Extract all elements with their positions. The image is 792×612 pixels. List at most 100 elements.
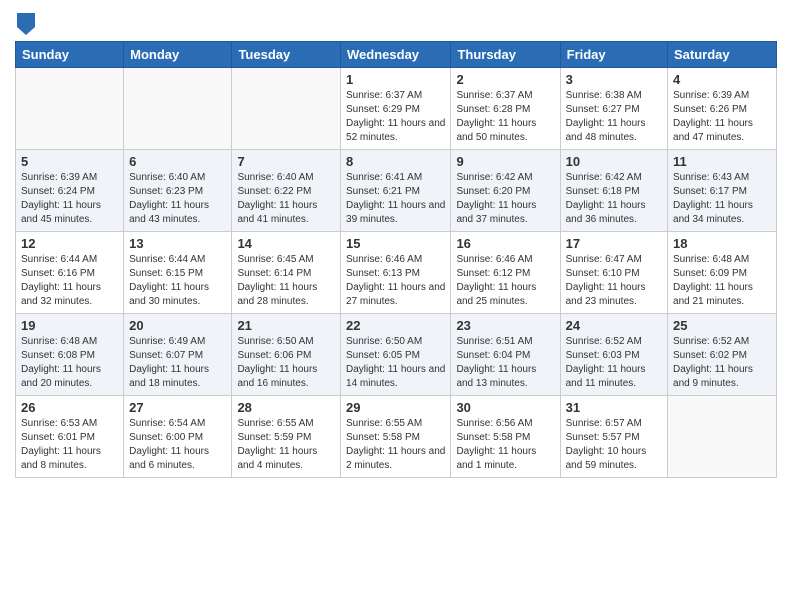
day-info: Sunrise: 6:46 AM Sunset: 6:13 PM Dayligh… xyxy=(346,253,445,309)
calendar-cell: 22 Sunrise: 6:50 AM Sunset: 6:05 PM Dayli… xyxy=(341,314,451,396)
day-number: 27 xyxy=(129,400,226,415)
day-info: Sunrise: 6:55 AM Sunset: 5:58 PM Dayligh… xyxy=(346,417,445,473)
calendar-cell: 6 Sunrise: 6:40 AM Sunset: 6:23 PM Daylig… xyxy=(124,150,232,232)
main-container: SundayMondayTuesdayWednesdayThursdayFrid… xyxy=(0,0,792,488)
day-number: 19 xyxy=(21,318,118,333)
day-number: 11 xyxy=(673,154,771,169)
calendar-cell: 12Sunrise: 6:44 AM Sunset: 6:16 PM Dayli… xyxy=(16,232,124,314)
day-info: Sunrise: 6:37 AM Sunset: 6:29 PM Dayligh… xyxy=(346,89,445,145)
calendar-header-sunday: Sunday xyxy=(16,42,124,68)
calendar-week-row: 5Sunrise: 6:39 AM Sunset: 6:24 PM Daylig… xyxy=(16,150,777,232)
calendar-week-row: 26Sunrise: 6:53 AM Sunset: 6:01 PM Dayli… xyxy=(16,396,777,478)
day-number: 15 xyxy=(346,236,445,251)
day-number: 31 xyxy=(566,400,662,415)
calendar-cell: 20Sunrise: 6:49 AM Sunset: 6:07 PM Dayli… xyxy=(124,314,232,396)
calendar-cell xyxy=(668,396,777,478)
day-number: 25 xyxy=(673,318,771,333)
day-number: 13 xyxy=(129,236,226,251)
calendar-cell: 11 Sunrise: 6:43 AM Sunset: 6:17 PM Dayli… xyxy=(668,150,777,232)
calendar-cell: 29 Sunrise: 6:55 AM Sunset: 5:58 PM Dayli… xyxy=(341,396,451,478)
calendar-cell: 17Sunrise: 6:47 AM Sunset: 6:10 PM Dayli… xyxy=(560,232,667,314)
day-info: Sunrise: 6:42 AM Sunset: 6:20 PM Dayligh… xyxy=(456,171,554,227)
day-number: 18 xyxy=(673,236,771,251)
calendar-cell: 2 Sunrise: 6:37 AM Sunset: 6:28 PM Daylig… xyxy=(451,68,560,150)
calendar-cell: 14 Sunrise: 6:45 AM Sunset: 6:14 PM Dayli… xyxy=(232,232,341,314)
day-info: Sunrise: 6:44 AM Sunset: 6:16 PM Dayligh… xyxy=(21,253,118,309)
day-info: Sunrise: 6:54 AM Sunset: 6:00 PM Dayligh… xyxy=(129,417,226,473)
calendar-cell: 27 Sunrise: 6:54 AM Sunset: 6:00 PM Dayli… xyxy=(124,396,232,478)
calendar-cell: 28 Sunrise: 6:55 AM Sunset: 5:59 PM Dayli… xyxy=(232,396,341,478)
logo xyxy=(15,15,35,33)
calendar-cell: 18Sunrise: 6:48 AM Sunset: 6:09 PM Dayli… xyxy=(668,232,777,314)
day-number: 17 xyxy=(566,236,662,251)
calendar-cell: 5Sunrise: 6:39 AM Sunset: 6:24 PM Daylig… xyxy=(16,150,124,232)
day-number: 14 xyxy=(237,236,335,251)
day-info: Sunrise: 6:57 AM Sunset: 5:57 PM Dayligh… xyxy=(566,417,662,473)
day-number: 9 xyxy=(456,154,554,169)
calendar-cell: 30 Sunrise: 6:56 AM Sunset: 5:58 PM Dayli… xyxy=(451,396,560,478)
day-number: 29 xyxy=(346,400,445,415)
header xyxy=(15,10,777,33)
calendar-header-monday: Monday xyxy=(124,42,232,68)
day-info: Sunrise: 6:46 AM Sunset: 6:12 PM Dayligh… xyxy=(456,253,554,309)
day-info: Sunrise: 6:50 AM Sunset: 6:06 PM Dayligh… xyxy=(237,335,335,391)
calendar-header-friday: Friday xyxy=(560,42,667,68)
calendar-header-wednesday: Wednesday xyxy=(341,42,451,68)
calendar-cell: 4 Sunrise: 6:39 AM Sunset: 6:26 PM Daylig… xyxy=(668,68,777,150)
day-number: 28 xyxy=(237,400,335,415)
day-number: 6 xyxy=(129,154,226,169)
calendar-week-row: 19 Sunrise: 6:48 AM Sunset: 6:08 PM Dayli… xyxy=(16,314,777,396)
calendar-cell: 7Sunrise: 6:40 AM Sunset: 6:22 PM Daylig… xyxy=(232,150,341,232)
calendar-cell xyxy=(16,68,124,150)
calendar-week-row: 1 Sunrise: 6:37 AM Sunset: 6:29 PM Daylig… xyxy=(16,68,777,150)
calendar-cell: 10 Sunrise: 6:42 AM Sunset: 6:18 PM Dayli… xyxy=(560,150,667,232)
day-info: Sunrise: 6:42 AM Sunset: 6:18 PM Dayligh… xyxy=(566,171,662,227)
day-info: Sunrise: 6:50 AM Sunset: 6:05 PM Dayligh… xyxy=(346,335,445,391)
day-info: Sunrise: 6:49 AM Sunset: 6:07 PM Dayligh… xyxy=(129,335,226,391)
day-info: Sunrise: 6:52 AM Sunset: 6:02 PM Dayligh… xyxy=(673,335,771,391)
logo-icon xyxy=(17,13,35,35)
calendar-header-row: SundayMondayTuesdayWednesdayThursdayFrid… xyxy=(16,42,777,68)
day-number: 21 xyxy=(237,318,335,333)
day-info: Sunrise: 6:40 AM Sunset: 6:22 PM Dayligh… xyxy=(237,171,335,227)
day-number: 4 xyxy=(673,72,771,87)
day-number: 30 xyxy=(456,400,554,415)
calendar-cell: 19 Sunrise: 6:48 AM Sunset: 6:08 PM Dayli… xyxy=(16,314,124,396)
calendar-cell: 1 Sunrise: 6:37 AM Sunset: 6:29 PM Daylig… xyxy=(341,68,451,150)
day-number: 5 xyxy=(21,154,118,169)
calendar-cell xyxy=(232,68,341,150)
calendar-cell: 16 Sunrise: 6:46 AM Sunset: 6:12 PM Dayli… xyxy=(451,232,560,314)
calendar-cell: 15 Sunrise: 6:46 AM Sunset: 6:13 PM Dayli… xyxy=(341,232,451,314)
day-info: Sunrise: 6:38 AM Sunset: 6:27 PM Dayligh… xyxy=(566,89,662,145)
calendar-week-row: 12Sunrise: 6:44 AM Sunset: 6:16 PM Dayli… xyxy=(16,232,777,314)
day-info: Sunrise: 6:56 AM Sunset: 5:58 PM Dayligh… xyxy=(456,417,554,473)
day-info: Sunrise: 6:55 AM Sunset: 5:59 PM Dayligh… xyxy=(237,417,335,473)
calendar-cell: 21 Sunrise: 6:50 AM Sunset: 6:06 PM Dayli… xyxy=(232,314,341,396)
calendar-header-thursday: Thursday xyxy=(451,42,560,68)
day-number: 1 xyxy=(346,72,445,87)
calendar-cell: 23Sunrise: 6:51 AM Sunset: 6:04 PM Dayli… xyxy=(451,314,560,396)
calendar-cell: 24 Sunrise: 6:52 AM Sunset: 6:03 PM Dayli… xyxy=(560,314,667,396)
day-info: Sunrise: 6:37 AM Sunset: 6:28 PM Dayligh… xyxy=(456,89,554,145)
day-number: 24 xyxy=(566,318,662,333)
day-number: 16 xyxy=(456,236,554,251)
day-info: Sunrise: 6:40 AM Sunset: 6:23 PM Dayligh… xyxy=(129,171,226,227)
calendar-cell: 9 Sunrise: 6:42 AM Sunset: 6:20 PM Daylig… xyxy=(451,150,560,232)
calendar-cell: 31 Sunrise: 6:57 AM Sunset: 5:57 PM Dayli… xyxy=(560,396,667,478)
day-info: Sunrise: 6:52 AM Sunset: 6:03 PM Dayligh… xyxy=(566,335,662,391)
day-info: Sunrise: 6:45 AM Sunset: 6:14 PM Dayligh… xyxy=(237,253,335,309)
day-number: 3 xyxy=(566,72,662,87)
day-number: 22 xyxy=(346,318,445,333)
day-info: Sunrise: 6:43 AM Sunset: 6:17 PM Dayligh… xyxy=(673,171,771,227)
day-info: Sunrise: 6:48 AM Sunset: 6:08 PM Dayligh… xyxy=(21,335,118,391)
day-info: Sunrise: 6:39 AM Sunset: 6:26 PM Dayligh… xyxy=(673,89,771,145)
calendar-cell: 3 Sunrise: 6:38 AM Sunset: 6:27 PM Daylig… xyxy=(560,68,667,150)
day-number: 8 xyxy=(346,154,445,169)
calendar-cell: 25 Sunrise: 6:52 AM Sunset: 6:02 PM Dayli… xyxy=(668,314,777,396)
day-number: 2 xyxy=(456,72,554,87)
calendar-cell: 26Sunrise: 6:53 AM Sunset: 6:01 PM Dayli… xyxy=(16,396,124,478)
calendar-cell xyxy=(124,68,232,150)
day-number: 10 xyxy=(566,154,662,169)
day-info: Sunrise: 6:51 AM Sunset: 6:04 PM Dayligh… xyxy=(456,335,554,391)
calendar-cell: 8Sunrise: 6:41 AM Sunset: 6:21 PM Daylig… xyxy=(341,150,451,232)
